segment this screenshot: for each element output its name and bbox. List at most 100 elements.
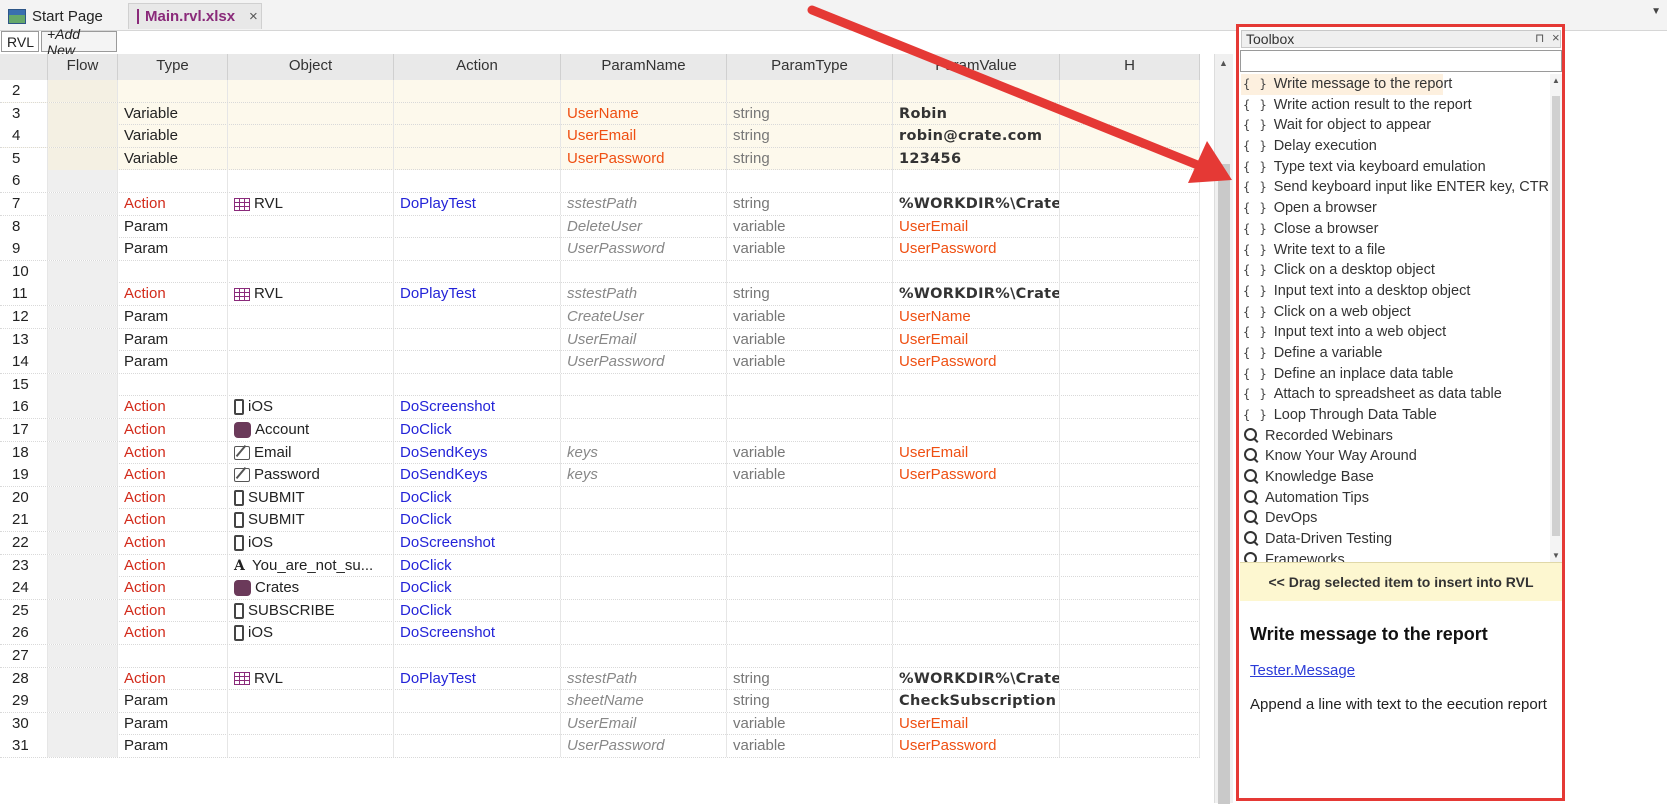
cell-object[interactable]: RVL	[228, 667, 394, 690]
cell-ptype[interactable]: variable	[727, 351, 893, 374]
cell-flow[interactable]	[48, 193, 118, 215]
cell-pname[interactable]	[561, 373, 727, 396]
cell-pvalue[interactable]: Robin	[893, 102, 1060, 125]
cell-pvalue[interactable]: UserEmail	[893, 441, 1060, 464]
table-row[interactable]: 14 Param UserPassword variable UserPassword	[0, 351, 1200, 374]
cell-pname[interactable]	[561, 645, 727, 667]
cell-type[interactable]: Param	[118, 215, 228, 238]
row-number[interactable]: 31	[0, 735, 48, 758]
toolbox-search-input[interactable]	[1240, 50, 1562, 72]
cell-object[interactable]: iOS	[228, 622, 394, 645]
row-number[interactable]: 21	[0, 509, 48, 532]
cell-object[interactable]	[228, 328, 394, 351]
cell-type[interactable]: Action	[118, 419, 228, 441]
cell-flow[interactable]	[48, 622, 118, 645]
cell-h[interactable]	[1060, 351, 1200, 374]
cell-type[interactable]: Action	[118, 509, 228, 532]
cell-object[interactable]: iOS	[228, 396, 394, 419]
cell-pname[interactable]: keys	[561, 464, 727, 487]
close-tab-icon[interactable]: ×	[249, 8, 258, 25]
cell-flow[interactable]	[48, 328, 118, 351]
cell-ptype[interactable]	[727, 622, 893, 645]
row-number[interactable]: 14	[0, 351, 48, 374]
row-number[interactable]: 30	[0, 712, 48, 735]
cell-flow[interactable]	[48, 215, 118, 238]
cell-action[interactable]	[394, 712, 561, 735]
cell-type[interactable]	[118, 373, 228, 396]
row-number[interactable]: 9	[0, 238, 48, 261]
row-number[interactable]: 26	[0, 622, 48, 645]
row-number[interactable]: 13	[0, 328, 48, 351]
row-number[interactable]: 16	[0, 396, 48, 419]
cell-type[interactable]: Action	[118, 193, 228, 215]
cell-pvalue[interactable]: UserEmail	[893, 712, 1060, 735]
grid-scrollbar[interactable]: ▲	[1214, 54, 1233, 804]
cell-object[interactable]	[228, 712, 394, 735]
cell-object[interactable]	[228, 735, 394, 758]
cell-type[interactable]: Param	[118, 712, 228, 735]
cell-ptype[interactable]: string	[727, 147, 893, 170]
row-number[interactable]: 20	[0, 486, 48, 509]
cell-pname[interactable]	[561, 486, 727, 509]
toolbox-item[interactable]: { } Delay execution	[1241, 136, 1549, 157]
toolbox-item[interactable]: DevOps	[1241, 508, 1549, 529]
cell-flow[interactable]	[48, 735, 118, 758]
cell-ptype[interactable]	[727, 577, 893, 600]
cell-pname[interactable]	[561, 532, 727, 554]
table-row[interactable]: 31 Param UserPassword variable UserPassword	[0, 735, 1200, 758]
cell-h[interactable]	[1060, 215, 1200, 238]
column-header-paramvalue[interactable]: ParamValue	[893, 54, 1060, 80]
row-number[interactable]: 10	[0, 260, 48, 283]
cell-action[interactable]	[394, 80, 561, 102]
row-number[interactable]: 27	[0, 645, 48, 667]
cell-flow[interactable]	[48, 577, 118, 600]
cell-ptype[interactable]: variable	[727, 328, 893, 351]
scroll-up-icon[interactable]: ▲	[1552, 76, 1560, 85]
cell-pname[interactable]: UserPassword	[561, 147, 727, 170]
cell-action[interactable]	[394, 170, 561, 193]
table-row[interactable]: 25 Action SUBSCRIBE DoClick	[0, 599, 1200, 623]
cell-object[interactable]	[228, 125, 394, 148]
cell-type[interactable]: Action	[118, 283, 228, 306]
row-number[interactable]: 29	[0, 690, 48, 713]
cell-flow[interactable]	[48, 351, 118, 374]
cell-action[interactable]: DoClick	[394, 554, 561, 577]
cell-ptype[interactable]: variable	[727, 441, 893, 464]
cell-pvalue[interactable]: UserEmail	[893, 328, 1060, 351]
toolbox-item[interactable]: { } Define a variable	[1241, 343, 1549, 364]
cell-h[interactable]	[1060, 735, 1200, 758]
cell-pvalue[interactable]	[893, 419, 1060, 441]
toolbox-item[interactable]: { } Close a browser	[1241, 219, 1549, 240]
cell-h[interactable]	[1060, 125, 1200, 148]
cell-h[interactable]	[1060, 712, 1200, 735]
cell-pname[interactable]	[561, 577, 727, 600]
toolbox-item[interactable]: { } Write message to the report	[1241, 74, 1452, 95]
cell-pvalue[interactable]	[893, 622, 1060, 645]
cell-pvalue[interactable]	[893, 486, 1060, 509]
cell-flow[interactable]	[48, 147, 118, 170]
column-header-flow[interactable]: Flow	[48, 54, 118, 80]
cell-action[interactable]	[394, 690, 561, 713]
cell-action[interactable]: DoClick	[394, 509, 561, 532]
cell-action[interactable]: DoClick	[394, 599, 561, 622]
cell-h[interactable]	[1060, 622, 1200, 645]
cell-h[interactable]	[1060, 486, 1200, 509]
cell-h[interactable]	[1060, 577, 1200, 600]
cell-object[interactable]: RVL	[228, 283, 394, 306]
cell-object[interactable]: Email	[228, 441, 394, 464]
cell-pvalue[interactable]: %WORKDIR%\CrateApi\CrateApi...	[893, 283, 1060, 306]
cell-pname[interactable]	[561, 599, 727, 622]
cell-flow[interactable]	[48, 667, 118, 690]
cell-h[interactable]	[1060, 373, 1200, 396]
cell-action[interactable]: DoScreenshot	[394, 622, 561, 645]
cell-type[interactable]: Param	[118, 238, 228, 261]
cell-h[interactable]	[1060, 283, 1200, 306]
add-new-sheet-button[interactable]: +Add New	[41, 26, 117, 58]
row-number[interactable]: 2	[0, 80, 48, 102]
cell-flow[interactable]	[48, 306, 118, 328]
cell-pvalue[interactable]	[893, 577, 1060, 600]
cell-flow[interactable]	[48, 260, 118, 283]
row-number[interactable]: 5	[0, 147, 48, 170]
cell-object[interactable]: iOS	[228, 532, 394, 554]
cell-action[interactable]: DoClick	[394, 419, 561, 441]
